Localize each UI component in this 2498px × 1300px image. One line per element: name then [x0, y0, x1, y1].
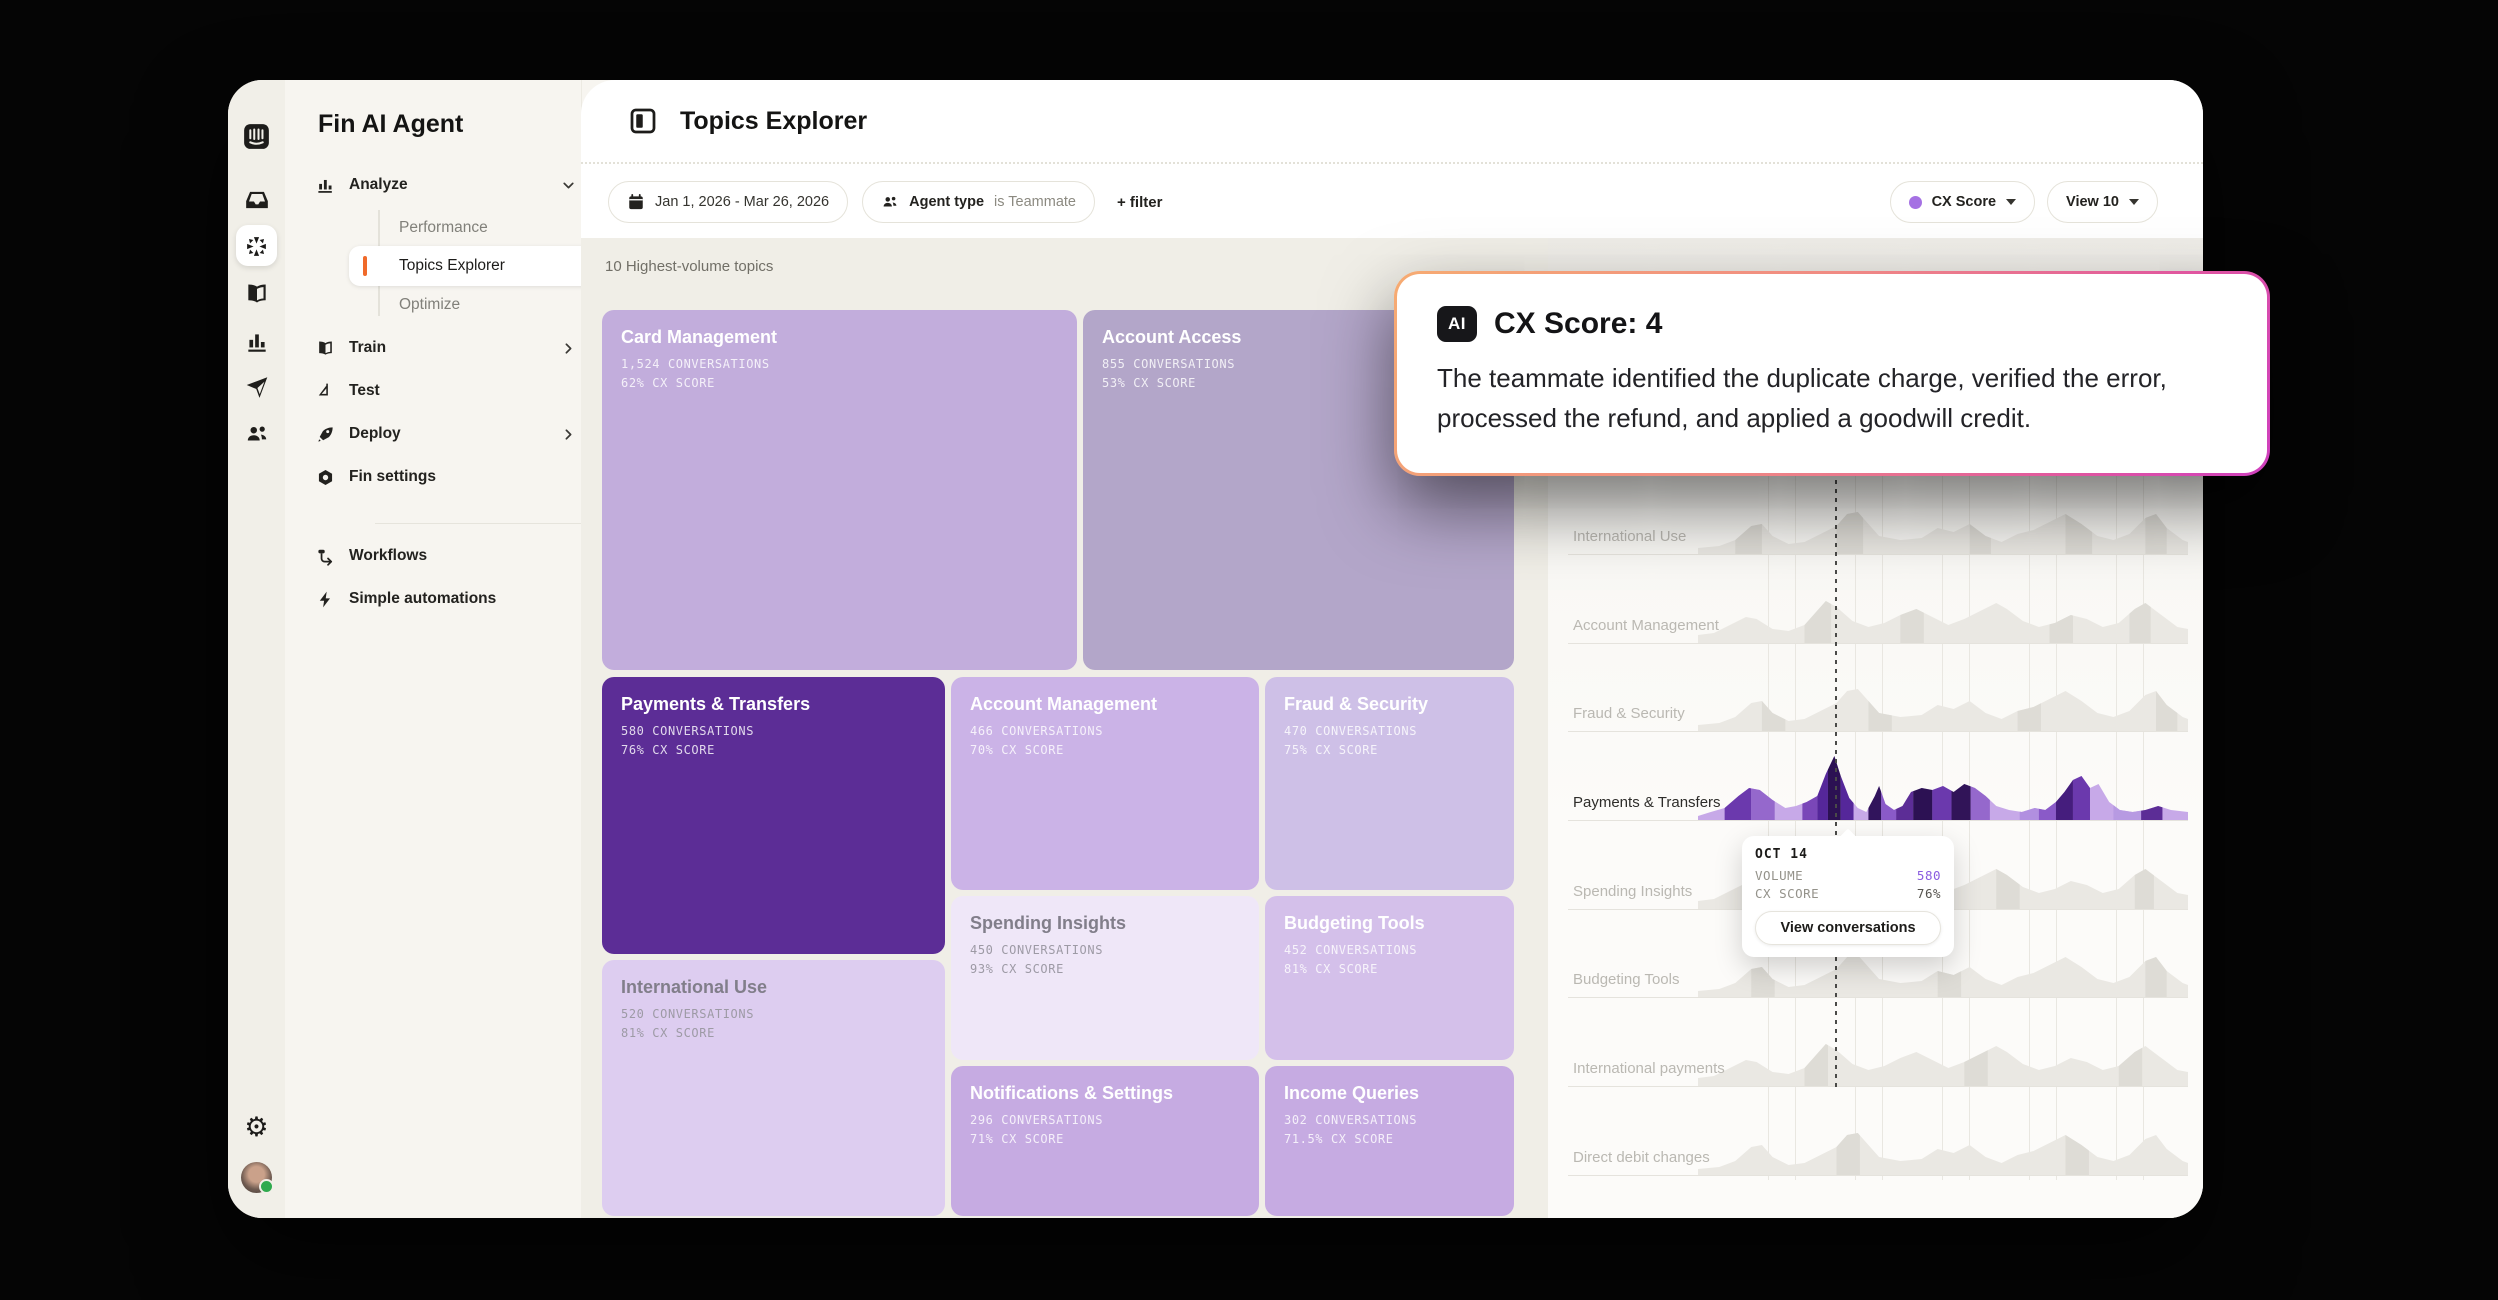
reports-chart-icon[interactable] — [243, 328, 271, 356]
treemap-tile-spending-insights[interactable]: Spending Insights 450 CONVERSATIONS 93% … — [951, 896, 1259, 1060]
treemap-tile-account-management[interactable]: Account Management 466 CONVERSATIONS 70%… — [951, 677, 1259, 890]
user-avatar[interactable] — [241, 1162, 272, 1193]
app-window: ⚙ Fin AI Agent Analyze Performance Topic… — [228, 80, 2203, 1218]
nav-item-optimize[interactable]: Optimize — [399, 288, 460, 322]
topbar: Topics Explorer Jan 1, 2026 - Mar 26, 20… — [581, 80, 2203, 238]
chevron-down-icon — [560, 177, 577, 194]
sparkline-international-payments[interactable] — [1698, 1016, 2188, 1086]
row-divider — [1568, 554, 2188, 555]
sparkline-international-use[interactable] — [1698, 484, 2188, 554]
sparkline-direct-debit-changes[interactable] — [1698, 1105, 2188, 1175]
nav-item-workflows[interactable]: Workflows — [315, 536, 595, 576]
inbox-icon[interactable] — [243, 186, 271, 214]
lightning-icon — [315, 589, 335, 609]
online-status-dot — [259, 1179, 274, 1194]
trend-row-label[interactable]: International payments — [1573, 1060, 1725, 1077]
test-flag-icon — [315, 381, 335, 401]
row-divider — [1568, 643, 2188, 644]
row-divider — [1568, 997, 2188, 998]
chevron-right-icon — [560, 426, 577, 443]
sparkline-payments-transfers[interactable] — [1698, 750, 2188, 820]
ai-cx-score-callout: AI CX Score: 4 The teammate identified t… — [1394, 271, 2270, 476]
train-book-icon — [315, 338, 335, 358]
nav-panel: Fin AI Agent Analyze Performance Topics … — [285, 80, 582, 1218]
page-background: { "app": { "title": "Fin AI Agent" }, "r… — [0, 0, 2498, 1300]
treemap-tile-card-management[interactable]: Card Management 1,524 CONVERSATIONS 62% … — [602, 310, 1077, 670]
callout-body: The teammate identified the duplicate ch… — [1437, 358, 2227, 439]
date-range-filter[interactable]: Jan 1, 2026 - Mar 26, 2026 — [608, 181, 848, 223]
data-point-tooltip: OCT 14 VOLUME580 CX SCORE76% View conver… — [1742, 836, 1954, 957]
trend-row-label[interactable]: Budgeting Tools — [1573, 971, 1679, 988]
treemap-tile-notifications-settings[interactable]: Notifications & Settings 296 CONVERSATIO… — [951, 1066, 1259, 1216]
nav-item-test[interactable]: Test — [315, 371, 595, 411]
settings-gear-icon[interactable]: ⚙ — [243, 1113, 271, 1141]
caret-down-icon — [2006, 199, 2016, 205]
caret-down-icon — [2129, 199, 2139, 205]
icon-rail: ⚙ — [228, 80, 285, 1218]
section-label: 10 Highest-volume topics — [605, 258, 773, 275]
nav-item-simple-automations[interactable]: Simple automations — [315, 579, 595, 619]
dotted-divider — [581, 162, 2203, 164]
treemap-tile-international-use[interactable]: International Use 520 CONVERSATIONS 81% … — [602, 960, 945, 1216]
trend-row-label[interactable]: Account Management — [1573, 617, 1719, 634]
workflows-icon — [315, 546, 335, 566]
nav-item-performance[interactable]: Performance — [399, 211, 488, 245]
selected-date-line — [1835, 480, 1837, 1090]
fin-sparkle-icon[interactable] — [243, 232, 271, 260]
sparkline-fraud-security[interactable] — [1698, 661, 2188, 731]
ai-badge: AI — [1437, 306, 1477, 342]
outbound-plane-icon[interactable] — [243, 373, 271, 401]
app-title: Fin AI Agent — [318, 110, 463, 139]
agent-type-filter[interactable]: Agent type is Teammate — [862, 181, 1095, 223]
tooltip-notch — [1840, 829, 1857, 846]
calendar-icon — [627, 193, 645, 211]
trend-row-label[interactable]: International Use — [1573, 528, 1686, 545]
row-divider — [1568, 1175, 2188, 1176]
view-conversations-button[interactable]: View conversations — [1755, 911, 1941, 945]
nav-item-train[interactable]: Train — [315, 328, 595, 368]
nav-item-fin-settings[interactable]: Fin settings — [315, 457, 595, 497]
row-divider — [1568, 820, 2188, 821]
view-count-select[interactable]: View 10 — [2047, 181, 2158, 223]
trend-row-label[interactable]: Fraud & Security — [1573, 705, 1685, 722]
main-area: Topics Explorer Jan 1, 2026 - Mar 26, 20… — [581, 80, 2203, 1218]
deploy-rocket-icon — [315, 424, 335, 444]
metric-select[interactable]: CX Score — [1890, 181, 2035, 223]
trend-row-label[interactable]: Spending Insights — [1573, 883, 1692, 900]
nav-item-analyze[interactable]: Analyze — [315, 165, 595, 205]
row-divider — [1568, 731, 2188, 732]
page-title: Topics Explorer — [680, 107, 867, 136]
callout-title: CX Score: 4 — [1494, 307, 1662, 341]
knowledge-book-icon[interactable] — [243, 280, 271, 308]
intercom-logo-icon[interactable] — [243, 122, 271, 150]
active-indicator-bar — [363, 256, 367, 276]
metric-color-dot — [1909, 196, 1922, 209]
analyze-chart-icon — [315, 175, 335, 195]
agent-people-icon — [881, 193, 899, 211]
add-filter-button[interactable]: + filter — [1109, 194, 1170, 211]
contacts-people-icon[interactable] — [243, 420, 271, 448]
topics-explorer-icon — [628, 106, 658, 136]
chevron-right-icon — [560, 340, 577, 357]
nav-divider — [375, 523, 615, 524]
treemap-tile-fraud-security[interactable]: Fraud & Security 470 CONVERSATIONS 75% C… — [1265, 677, 1514, 890]
trend-row-label[interactable]: Direct debit changes — [1573, 1149, 1710, 1166]
sparkline-account-management[interactable] — [1698, 573, 2188, 643]
nav-item-deploy[interactable]: Deploy — [315, 414, 595, 454]
trend-row-label-active[interactable]: Payments & Transfers — [1573, 794, 1721, 811]
fin-settings-nut-icon — [315, 467, 335, 487]
row-divider — [1568, 1086, 2188, 1087]
treemap-tile-budgeting-tools[interactable]: Budgeting Tools 452 CONVERSATIONS 81% CX… — [1265, 896, 1514, 1060]
treemap-tile-payments-transfers[interactable]: Payments & Transfers 580 CONVERSATIONS 7… — [602, 677, 945, 954]
treemap-tile-income-queries[interactable]: Income Queries 302 CONVERSATIONS 71.5% C… — [1265, 1066, 1514, 1216]
